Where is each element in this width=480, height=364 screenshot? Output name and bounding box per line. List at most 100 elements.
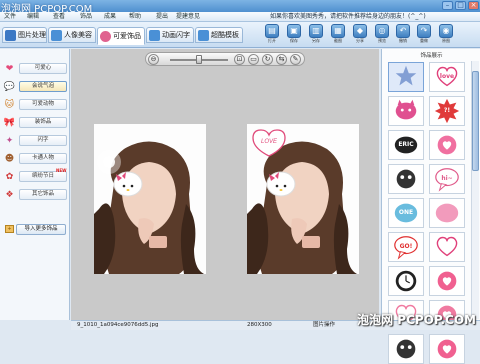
- tab-label: 动画闪字: [162, 31, 190, 39]
- flip-icon[interactable]: ⇆: [276, 54, 287, 65]
- folder-button[interactable]: ▤ 打开: [263, 24, 281, 44]
- cartoon-icon: ☻: [4, 154, 15, 164]
- import-icon: +: [5, 225, 14, 233]
- love-sticker-text: LOVE: [261, 139, 278, 145]
- zoom-icon[interactable]: ⊖: [148, 54, 159, 65]
- sticker-tile[interactable]: hi~: [429, 164, 465, 194]
- save-as-button[interactable]: ▥ 另存: [307, 24, 325, 44]
- tool-label: 分享: [356, 38, 364, 43]
- tab-cute-decor[interactable]: 可爱饰品: [97, 27, 145, 45]
- category-item[interactable]: 🐱 可爱动物: [2, 99, 68, 111]
- sticker-tile[interactable]: [429, 198, 465, 228]
- category-item[interactable]: ❖ 其它饰品: [2, 189, 68, 201]
- sticker-tile[interactable]: love: [429, 62, 465, 92]
- menu-file[interactable]: 文件: [4, 12, 16, 22]
- menu-help[interactable]: 帮助: [129, 12, 141, 22]
- tab-animation[interactable]: 动画闪字: [146, 27, 194, 43]
- sticker-tile[interactable]: [429, 232, 465, 262]
- tool-label: 打开: [268, 38, 276, 43]
- sticker-tile[interactable]: ERIC: [388, 130, 424, 160]
- tab-image-process[interactable]: 图片处理: [2, 27, 47, 43]
- minimize-button[interactable]: –: [442, 1, 453, 10]
- gift-icon: ❖: [5, 190, 14, 200]
- sticker-tile[interactable]: ?!: [429, 96, 465, 126]
- pink-bubble-sticker: [437, 271, 457, 291]
- zoom-toolbar: ⊖ ⊡ ▭ ↻ ⇆ ✎: [145, 52, 305, 66]
- category-item[interactable]: ✦ 闪字: [2, 135, 68, 147]
- image-process-icon: [5, 29, 16, 41]
- category-button[interactable]: 可爱动物: [19, 99, 67, 110]
- sticker-text: ERIC: [398, 141, 414, 148]
- tool-label: 预览: [378, 38, 386, 43]
- sticker-tile[interactable]: [388, 266, 424, 296]
- sticker-tile[interactable]: [429, 130, 465, 160]
- sticker-tile[interactable]: GO!: [388, 232, 424, 262]
- screenshot-button[interactable]: ▦ 截图: [329, 24, 347, 44]
- original-photo: [94, 124, 206, 274]
- menu-decor[interactable]: 饰品: [80, 12, 92, 22]
- category-item[interactable]: 🎀 装饰品: [2, 117, 68, 129]
- menu-submit[interactable]: 提出: [156, 12, 168, 22]
- sticker-tile[interactable]: [388, 96, 424, 126]
- category-button[interactable]: 会说气泡: [19, 81, 67, 92]
- undo-button[interactable]: ↶ 撤销: [394, 24, 412, 44]
- sticker-text: love: [439, 73, 455, 80]
- sticker-scrollbar[interactable]: [471, 61, 479, 319]
- share-button[interactable]: ◆ 分享: [351, 24, 369, 44]
- fit-icon[interactable]: ⊡: [234, 54, 245, 65]
- category-item[interactable]: ❤ 可爱心: [2, 63, 68, 75]
- save-button[interactable]: ▣ 保存: [285, 24, 303, 44]
- import-more-button[interactable]: 导入更多饰品: [16, 224, 66, 235]
- category-button[interactable]: 卡通人物: [19, 153, 67, 164]
- tool-label: 保存: [290, 38, 298, 43]
- tool-label: 另存: [312, 38, 320, 43]
- category-button[interactable]: 可爱心: [19, 63, 67, 74]
- sticker-tile[interactable]: [388, 164, 424, 194]
- sticker-tile[interactable]: [388, 334, 424, 364]
- edited-photo: LOVE: [247, 124, 359, 274]
- close-button[interactable]: ×: [468, 1, 479, 10]
- new-badge: NEW: [56, 168, 67, 173]
- sticker-tile[interactable]: ONE: [388, 198, 424, 228]
- category-item[interactable]: 💬 会说气泡: [2, 81, 68, 93]
- brush-icon[interactable]: ✎: [290, 54, 301, 65]
- original-button[interactable]: ◉ 原图: [437, 24, 455, 44]
- animal-icon: 🐱: [4, 100, 15, 110]
- category-item[interactable]: ✿ 缤纷节日 NEW: [2, 168, 68, 183]
- rotate-icon[interactable]: ↻: [262, 54, 273, 65]
- category-button[interactable]: 装饰品: [19, 117, 67, 128]
- maximize-button[interactable]: □: [455, 1, 466, 10]
- tab-label: 超酷模板: [211, 31, 239, 39]
- pink-heart-bubble-sticker: [435, 203, 459, 223]
- category-button[interactable]: 其它饰品: [19, 189, 67, 200]
- festival-icon: ✿: [5, 172, 14, 182]
- preview-icon: ◎: [375, 24, 389, 38]
- redo-button[interactable]: ↷ 重做: [415, 24, 433, 44]
- menu-results[interactable]: 成果: [104, 12, 116, 22]
- sticker-tile[interactable]: [429, 266, 465, 296]
- preview-button[interactable]: ◎ 预览: [373, 24, 391, 44]
- sticker-tile[interactable]: [429, 334, 465, 364]
- sticker-tile[interactable]: [388, 62, 424, 92]
- status-filename: 9_1010_1a094ce9076dd5.jpg: [77, 322, 159, 328]
- share-icon: ◆: [353, 24, 367, 38]
- sticker-panel-title: 饰品展示: [420, 53, 443, 59]
- menu-feedback[interactable]: 提建意见: [176, 12, 200, 22]
- portrait-image-edited: LOVE: [247, 124, 359, 274]
- scrollbar-thumb[interactable]: [472, 71, 479, 171]
- heart-icon: ❤: [5, 64, 14, 74]
- category-button[interactable]: 闪字: [19, 135, 67, 146]
- zoom-slider-thumb[interactable]: [196, 55, 202, 64]
- actual-size-icon[interactable]: ▭: [248, 54, 259, 65]
- clock-sticker: [395, 270, 417, 292]
- tab-portrait[interactable]: 人像美容: [48, 27, 96, 43]
- heart-speech-sticker: [436, 236, 458, 257]
- menu-view[interactable]: 查看: [53, 12, 65, 22]
- star-sticker: [395, 65, 417, 86]
- tab-label: 人像美容: [64, 31, 92, 39]
- tab-template[interactable]: 超酷模板: [195, 27, 243, 43]
- cute-decor-icon: [100, 30, 111, 42]
- menu-edit[interactable]: 编辑: [27, 12, 39, 22]
- toolbar: 图片处理 人像美容 可爱饰品 动画闪字 超酷模板 ▤ 打开 ▣ 保存 ▥ 另存 ▦ 截图 ◆ 分享…: [0, 22, 480, 48]
- category-item[interactable]: ☻ 卡通人物: [2, 153, 68, 165]
